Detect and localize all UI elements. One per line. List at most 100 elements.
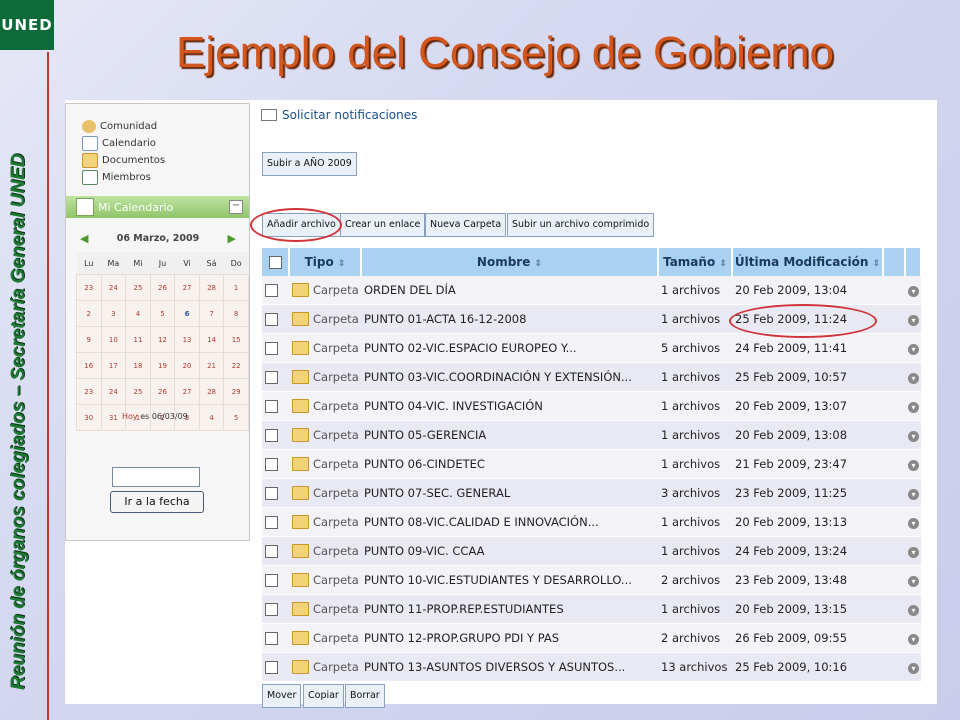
delete-button[interactable]: Borrar (345, 684, 385, 708)
row-select[interactable] (262, 362, 289, 392)
row-menu-icon[interactable]: ▾ (908, 663, 919, 674)
calendar-day[interactable]: 12 (149, 326, 176, 353)
calendar-day[interactable]: 4 (125, 300, 151, 327)
table-row[interactable]: Carpeta PUNTO 03-VIC.COORDINACIÓN Y EXTEN… (262, 362, 921, 392)
cell-nombre[interactable]: PUNTO 02-VIC.ESPACIO EUROPEO Y... (361, 333, 658, 363)
table-row[interactable]: Carpeta PUNTO 13-ASUNTOS DIVERSOS Y ASUNT… (262, 652, 921, 682)
column-modificacion[interactable]: Última Modificación ⇕ (732, 248, 884, 276)
next-month-icon[interactable]: ▶ (228, 232, 236, 245)
column-tipo[interactable]: Tipo ⇕ (289, 248, 362, 276)
table-row[interactable]: Carpeta PUNTO 11-PROP.REP.ESTUDIANTES 1 ar… (262, 594, 921, 624)
row-select[interactable] (262, 623, 289, 653)
up-folder-button[interactable]: Subir a AÑO 2009 (262, 152, 357, 176)
row-menu-icon[interactable]: ▾ (908, 402, 919, 413)
table-row[interactable]: Carpeta PUNTO 02-VIC.ESPACIO EUROPEO Y...… (262, 333, 921, 363)
calendar-day[interactable]: 23 (76, 274, 102, 301)
cell-nombre[interactable]: PUNTO 04-VIC. INVESTIGACIÓN (361, 391, 658, 421)
row-checkbox[interactable] (265, 487, 278, 500)
calendar-day[interactable]: 24 (100, 274, 127, 301)
cell-nombre[interactable]: PUNTO 05-GERENCIA (361, 420, 658, 450)
row-menu-icon[interactable]: ▾ (908, 634, 919, 645)
cell-nombre[interactable]: PUNTO 10-VIC.ESTUDIANTES Y DESARROLLO... (361, 565, 658, 595)
row-select[interactable] (262, 333, 289, 363)
table-row[interactable]: Carpeta PUNTO 08-VIC.CALIDAD E INNOVACIÓN… (262, 507, 921, 537)
calendar-day[interactable]: 13 (174, 326, 200, 353)
calendar-day[interactable]: 3 (100, 300, 127, 327)
new-folder-button[interactable]: Nueva Carpeta (425, 213, 507, 237)
row-select[interactable] (262, 536, 289, 566)
cell-nombre[interactable]: PUNTO 01-ACTA 16-12-2008 (361, 304, 658, 334)
row-menu-icon[interactable]: ▾ (908, 518, 919, 529)
calendar-day[interactable]: 10 (100, 326, 127, 353)
sidebar-item-documentos[interactable]: Documentos (82, 152, 165, 169)
cell-nombre[interactable]: PUNTO 13-ASUNTOS DIVERSOS Y ASUNTOS... (361, 652, 658, 682)
table-row[interactable]: Carpeta PUNTO 05-GERENCIA 1 archivos 20 Feb… (262, 420, 921, 450)
cell-nombre[interactable]: PUNTO 06-CINDETEC (361, 449, 658, 479)
calendar-day[interactable]: 27 (174, 378, 200, 405)
row-select[interactable] (262, 478, 289, 508)
column-tamano[interactable]: Tamaño ⇕ (658, 248, 733, 276)
sidebar-item-calendario[interactable]: Calendario (82, 135, 165, 152)
row-checkbox[interactable] (265, 400, 278, 413)
row-select[interactable] (262, 449, 289, 479)
row-menu-icon[interactable]: ▾ (908, 576, 919, 587)
calendar-day[interactable]: 17 (100, 352, 127, 379)
row-menu-icon[interactable]: ▾ (908, 286, 919, 297)
calendar-day[interactable]: 28 (198, 274, 225, 301)
calendar-day[interactable]: 26 (149, 274, 176, 301)
row-checkbox[interactable] (265, 284, 278, 297)
calendar-day[interactable]: 15 (223, 326, 249, 353)
calendar-day[interactable]: 28 (198, 378, 225, 405)
calendar-day[interactable]: 11 (125, 326, 151, 353)
cell-nombre[interactable]: PUNTO 08-VIC.CALIDAD E INNOVACIÓN... (361, 507, 658, 537)
table-row[interactable]: Carpeta PUNTO 07-SEC. GENERAL 3 archivos 23… (262, 478, 921, 508)
move-button[interactable]: Mover (262, 684, 302, 708)
calendar-day[interactable]: 16 (76, 352, 102, 379)
row-menu-icon[interactable]: ▾ (908, 373, 919, 384)
copy-button[interactable]: Copiar (303, 684, 344, 708)
table-row[interactable]: Carpeta PUNTO 09-VIC. CCAA 1 archivos 24 Fe… (262, 536, 921, 566)
table-row[interactable]: Carpeta PUNTO 12-PROP.GRUPO PDI Y PAS 2 ar… (262, 623, 921, 653)
row-checkbox[interactable] (265, 458, 278, 471)
table-row[interactable]: Carpeta PUNTO 04-VIC. INVESTIGACIÓN 1 arch… (262, 391, 921, 421)
calendar-day[interactable]: 14 (198, 326, 225, 353)
table-row[interactable]: Carpeta ORDEN DEL DÍA 1 archivos 20 Feb 200… (262, 276, 921, 305)
calendar-day[interactable]: 9 (76, 326, 102, 353)
row-checkbox[interactable] (265, 545, 278, 558)
row-checkbox[interactable] (265, 603, 278, 616)
row-checkbox[interactable] (265, 632, 278, 645)
calendar-day[interactable]: 19 (149, 352, 176, 379)
notify-link[interactable]: Solicitar notificaciones (261, 108, 417, 122)
calendar-day[interactable]: 2 (76, 300, 102, 327)
row-checkbox[interactable] (265, 342, 278, 355)
table-row[interactable]: Carpeta PUNTO 06-CINDETEC 1 archivos 21 Feb… (262, 449, 921, 479)
row-select[interactable] (262, 594, 289, 624)
row-select[interactable] (262, 276, 289, 305)
calendar-day[interactable]: 8 (223, 300, 249, 327)
row-checkbox[interactable] (265, 574, 278, 587)
column-nombre[interactable]: Nombre ⇕ (361, 248, 659, 276)
row-checkbox[interactable] (265, 516, 278, 529)
calendar-day[interactable]: 18 (125, 352, 151, 379)
calendar-day[interactable]: 24 (100, 378, 127, 405)
calendar-day[interactable]: 7 (198, 300, 225, 327)
calendar-day[interactable]: 25 (125, 378, 151, 405)
row-checkbox[interactable] (265, 429, 278, 442)
row-menu-icon[interactable]: ▾ (908, 460, 919, 471)
row-select[interactable] (262, 652, 289, 682)
row-menu-icon[interactable]: ▾ (908, 431, 919, 442)
date-input[interactable] (112, 467, 200, 487)
calendar-day[interactable]: 4 (198, 404, 225, 431)
select-all-checkbox[interactable] (268, 256, 282, 269)
cell-nombre[interactable]: PUNTO 09-VIC. CCAA (361, 536, 658, 566)
row-checkbox[interactable] (265, 371, 278, 384)
row-menu-icon[interactable]: ▾ (908, 605, 919, 616)
cell-nombre[interactable]: PUNTO 12-PROP.GRUPO PDI Y PAS (361, 623, 658, 653)
row-select[interactable] (262, 420, 289, 450)
calendar-day[interactable]: 27 (174, 274, 200, 301)
table-row[interactable]: Carpeta PUNTO 10-VIC.ESTUDIANTES Y DESARR… (262, 565, 921, 595)
calendar-day[interactable]: 30 (76, 404, 102, 431)
upload-zip-button[interactable]: Subir un archivo comprimido (507, 213, 655, 237)
select-all-header[interactable] (262, 248, 290, 276)
calendar-day[interactable]: 5 (223, 404, 249, 431)
